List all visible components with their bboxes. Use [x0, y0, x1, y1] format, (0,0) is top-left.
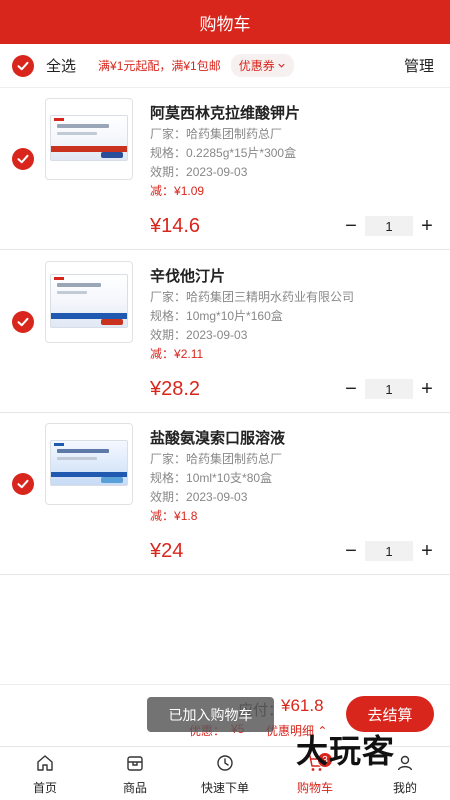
product-spec: 规格：10ml*10支*80盒 [150, 471, 273, 485]
goods-icon [127, 756, 143, 771]
product-name[interactable]: 盐酸氨溴索口服溶液 [150, 427, 285, 448]
item-checkbox[interactable] [12, 148, 34, 170]
product-image[interactable] [45, 423, 133, 505]
tab-goods[interactable]: 商品 [90, 747, 180, 800]
product-name[interactable]: 辛伐他汀片 [150, 265, 225, 286]
chevron-down-icon [278, 63, 285, 68]
item-checkbox[interactable] [12, 311, 34, 333]
tab-quick-order[interactable]: 快速下单 [180, 747, 270, 800]
quantity-stepper: − 1 + [340, 216, 438, 236]
quantity-stepper: − 1 + [340, 541, 438, 561]
product-manufacturer: 厂家：哈药集团三精明水药业有限公司 [150, 290, 355, 304]
product-price: ¥14.6 [150, 215, 201, 237]
product-manufacturer: 厂家：哈药集团制药总厂 [150, 452, 283, 466]
product-reduction: 减：¥1.09 [150, 184, 205, 198]
increase-button[interactable]: + [416, 379, 438, 399]
coupon-button[interactable]: 优惠券 [230, 54, 294, 77]
select-all-label[interactable]: 全选 [46, 55, 76, 76]
quantity-stepper: − 1 + [340, 379, 438, 399]
product-expiry: 效期：2023-09-03 [150, 490, 248, 504]
tab-label: 首页 [32, 781, 57, 795]
checkmark-icon [17, 61, 29, 70]
increase-button[interactable]: + [416, 216, 438, 236]
tab-home[interactable]: 首页 [0, 747, 90, 800]
product-expiry: 效期：2023-09-03 [150, 165, 248, 179]
cart-item: 阿莫西林克拉维酸钾片 厂家：哈药集团制药总厂 规格：0.2285g*15片*30… [0, 88, 450, 250]
manage-button[interactable]: 管理 [404, 55, 434, 76]
cart-toolbar: 全选 满¥1元起配，满¥1包邮 优惠券 管理 [0, 44, 450, 88]
quick-order-icon [217, 755, 233, 771]
decrease-button[interactable]: − [340, 379, 362, 399]
home-icon [37, 755, 53, 771]
select-all-checkbox[interactable] [12, 54, 34, 77]
item-checkbox[interactable] [12, 473, 34, 495]
cart-item: 盐酸氨溴索口服溶液 厂家：哈药集团制药总厂 规格：10ml*10支*80盒 效期… [0, 413, 450, 575]
product-spec: 规格：10mg*10片*160盒 [150, 309, 283, 323]
watermark-logo: 大玩客 [296, 732, 396, 770]
toast-message: 已加入购物车 [147, 697, 274, 732]
checkmark-icon [17, 479, 29, 489]
quantity-input[interactable]: 1 [365, 541, 413, 561]
tab-label: 我的 [392, 781, 417, 795]
quantity-input[interactable]: 1 [365, 216, 413, 236]
tab-label: 快速下单 [200, 781, 249, 795]
tab-label: 商品 [122, 781, 147, 795]
product-price: ¥24 [150, 540, 184, 562]
product-reduction: 减：¥2.11 [150, 347, 204, 361]
page-title: 购物车 [199, 14, 251, 34]
product-reduction: 减：¥1.8 [150, 509, 198, 523]
product-image[interactable] [45, 261, 133, 343]
product-price: ¥28.2 [150, 378, 201, 400]
checkmark-icon [17, 154, 29, 164]
product-name[interactable]: 阿莫西林克拉维酸钾片 [150, 102, 300, 123]
promo-text: 满¥1元起配，满¥1包邮 [98, 59, 221, 73]
increase-button[interactable]: + [416, 541, 438, 561]
product-image[interactable] [45, 98, 133, 180]
user-icon [397, 755, 413, 771]
tab-label: 购物车 [296, 781, 333, 795]
product-expiry: 效期：2023-09-03 [150, 328, 248, 342]
coupon-label: 优惠券 [238, 59, 275, 73]
cart-item: 辛伐他汀片 厂家：哈药集团三精明水药业有限公司 规格：10mg*10片*160盒… [0, 251, 450, 413]
decrease-button[interactable]: − [340, 541, 362, 561]
product-manufacturer: 厂家：哈药集团制药总厂 [150, 127, 283, 141]
product-spec: 规格：0.2285g*15片*300盒 [150, 146, 297, 160]
payable-amount: ¥61.8 [281, 696, 324, 715]
checkmark-icon [17, 317, 29, 327]
header: 购物车 [0, 0, 450, 44]
quantity-input[interactable]: 1 [365, 379, 413, 399]
decrease-button[interactable]: − [340, 216, 362, 236]
